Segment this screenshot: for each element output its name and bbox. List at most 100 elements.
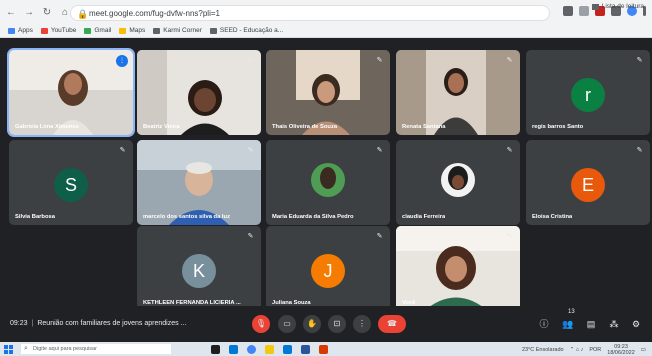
address-url: meet.google.com/fug-dvfw-nns?pli=1 [89, 9, 220, 18]
meeting-time: 09:23 [10, 320, 28, 327]
raise-hand-button[interactable]: ✋ [303, 315, 321, 333]
bookmark-item[interactable]: SEED - Educação a... [209, 27, 284, 34]
participant-video [266, 140, 390, 225]
mic-toggle-button[interactable]: 🎙 [252, 315, 270, 333]
participant-name: marcelo dos santos silva da luz [143, 214, 230, 220]
language-indicator[interactable]: POR [589, 347, 601, 353]
more-options-button[interactable]: ⋮ [353, 315, 371, 333]
gmail-icon [84, 27, 92, 34]
address-bar[interactable]: 🔒 meet.google.com/fug-dvfw-nns?pli=1 [70, 5, 550, 21]
chat-icon[interactable]: ▤ [585, 318, 597, 330]
meeting-details-icon[interactable]: ⓘ [538, 318, 550, 330]
lock-icon: 🔒 [77, 9, 89, 19]
camera-toggle-button[interactable]: ▭ [278, 315, 296, 333]
bookmark-label: Karmi Corner [163, 27, 202, 34]
participant-tile-self[interactable]: ✎ Você [396, 226, 520, 311]
participant-avatar: E [571, 168, 605, 202]
bookmark-item[interactable]: YouTube [40, 27, 77, 34]
participant-name: Beatriz Vieira [143, 124, 180, 130]
clock[interactable]: 09:23 18/06/2022 [607, 344, 635, 356]
separator: | [31, 320, 34, 327]
leave-call-button[interactable]: ☎ [378, 315, 406, 333]
mic-muted-icon: ✎ [376, 57, 383, 64]
bookmark-label: Gmail [94, 27, 112, 34]
participant-tile[interactable]: ✎ marcelo dos santos silva da luz [137, 140, 261, 225]
participant-count: 13 [568, 309, 575, 315]
mic-muted-icon: ✎ [376, 147, 383, 154]
youtube-icon [40, 27, 48, 34]
host-controls-icon[interactable]: ⚙ [630, 318, 642, 330]
participant-tile[interactable]: S ✎ Silvia Barbosa [9, 140, 133, 225]
camera-indicator-icon[interactable] [563, 6, 573, 16]
participant-tile[interactable]: ✎ Beatriz Vieira [137, 50, 261, 135]
word-icon[interactable] [301, 344, 310, 354]
maps-icon [119, 27, 127, 34]
edge-icon[interactable] [229, 344, 238, 354]
file-explorer-icon[interactable] [265, 344, 274, 354]
bookmark-label: SEED - Educação a... [219, 27, 284, 34]
participant-tile[interactable]: ✎ Thais Oliveira de Souza [266, 50, 390, 135]
mic-muted-icon: ✎ [247, 147, 254, 154]
participant-name: Renata Santana [402, 124, 446, 130]
participant-tile[interactable]: ✎ claudia Ferreira [396, 140, 520, 225]
participant-video [137, 140, 261, 225]
participant-video [396, 50, 520, 135]
present-button[interactable]: ⊡ [328, 315, 346, 333]
notifications-icon[interactable]: ▭ [641, 347, 646, 353]
participant-tile[interactable]: ✎ Renata Santana [396, 50, 520, 135]
taskbar-apps [211, 344, 328, 354]
mic-muted-icon: ✎ [247, 57, 254, 64]
bookmarks-bar: Apps YouTube Gmail Maps Karmi Corner SEED - E… [0, 24, 652, 37]
apps-icon [8, 27, 15, 34]
participant-avatar: K [182, 254, 216, 288]
powerpoint-icon[interactable] [319, 344, 328, 354]
star-icon[interactable] [579, 6, 589, 16]
participant-video [137, 50, 261, 135]
participant-name: Thais Oliveira de Souza [272, 124, 338, 130]
tray-icons[interactable]: ⌃ ⌂ ♪ [570, 347, 584, 353]
forward-icon[interactable]: → [22, 6, 36, 20]
clock-date: 18/06/2022 [607, 350, 635, 356]
participant-avatar: S [54, 168, 88, 202]
participant-tile[interactable]: K ✎ KETHLEEN FERNANDA LICIERIA ... [137, 226, 261, 311]
participant-tile[interactable]: ✎ Maria Eduarda da Silva Pedro [266, 140, 390, 225]
back-icon[interactable]: ← [4, 6, 18, 20]
reading-list-icon [591, 3, 599, 10]
system-tray: 23°C Ensolarado ⌃ ⌂ ♪ POR 09:23 18/06/20… [522, 344, 646, 356]
bookmark-item[interactable]: Maps [119, 27, 145, 34]
bookmark-item[interactable]: Apps [8, 27, 33, 34]
meet-grid: ⋮ Gabriela Lima Ximenes ✎ Beatriz Vieira… [0, 38, 652, 342]
windows-start-icon[interactable] [4, 344, 13, 354]
chrome-icon[interactable] [247, 344, 256, 354]
meeting-title: Reunião com familiares de jovens aprendi… [37, 320, 187, 327]
activities-icon[interactable]: ⁂ [608, 318, 620, 330]
reading-list[interactable]: Lista de leitura [591, 3, 644, 10]
mic-muted-icon: ✎ [636, 57, 643, 64]
participant-tile[interactable]: E ✎ Eloisa Cristina [526, 140, 650, 225]
browser-nav-row: ← → ↻ ⌂ 🔒 meet.google.com/fug-dvfw-nns?p… [0, 4, 652, 22]
participant-video [9, 50, 133, 135]
task-view-icon[interactable] [211, 344, 220, 354]
mic-muted-icon: ✎ [506, 147, 513, 154]
meet-controls-bar: 09:23 | Reunião com familiares de jovens a… [0, 306, 652, 342]
participant-name: claudia Ferreira [402, 214, 446, 220]
mic-muted-icon: ✎ [247, 233, 254, 240]
speaking-indicator-icon: ⋮ [116, 55, 128, 67]
bookmark-label: YouTube [50, 27, 77, 34]
weather-widget[interactable]: 23°C Ensolarado [522, 347, 564, 353]
participant-tile[interactable]: r ✎ regis barros Santo [526, 50, 650, 135]
participant-tile[interactable]: ⋮ Gabriela Lima Ximenes [7, 48, 135, 137]
participant-name: Gabriela Lima Ximenes [15, 124, 79, 130]
people-icon[interactable]: 👥 [562, 318, 574, 330]
participant-name: Maria Eduarda da Silva Pedro [272, 214, 354, 220]
participant-tile[interactable]: J ✎ Juliana Souza [266, 226, 390, 311]
reload-icon[interactable]: ↻ [40, 6, 54, 20]
globe-icon [209, 27, 217, 34]
participant-video [266, 50, 390, 135]
participant-name: Silvia Barbosa [15, 214, 55, 220]
bookmark-item[interactable]: Karmi Corner [153, 27, 202, 34]
store-icon[interactable] [283, 344, 292, 354]
taskbar-search-input[interactable]: Digite aqui para pesquisar [21, 344, 171, 354]
bookmark-item[interactable]: Gmail [84, 27, 111, 34]
participant-video [396, 140, 520, 225]
